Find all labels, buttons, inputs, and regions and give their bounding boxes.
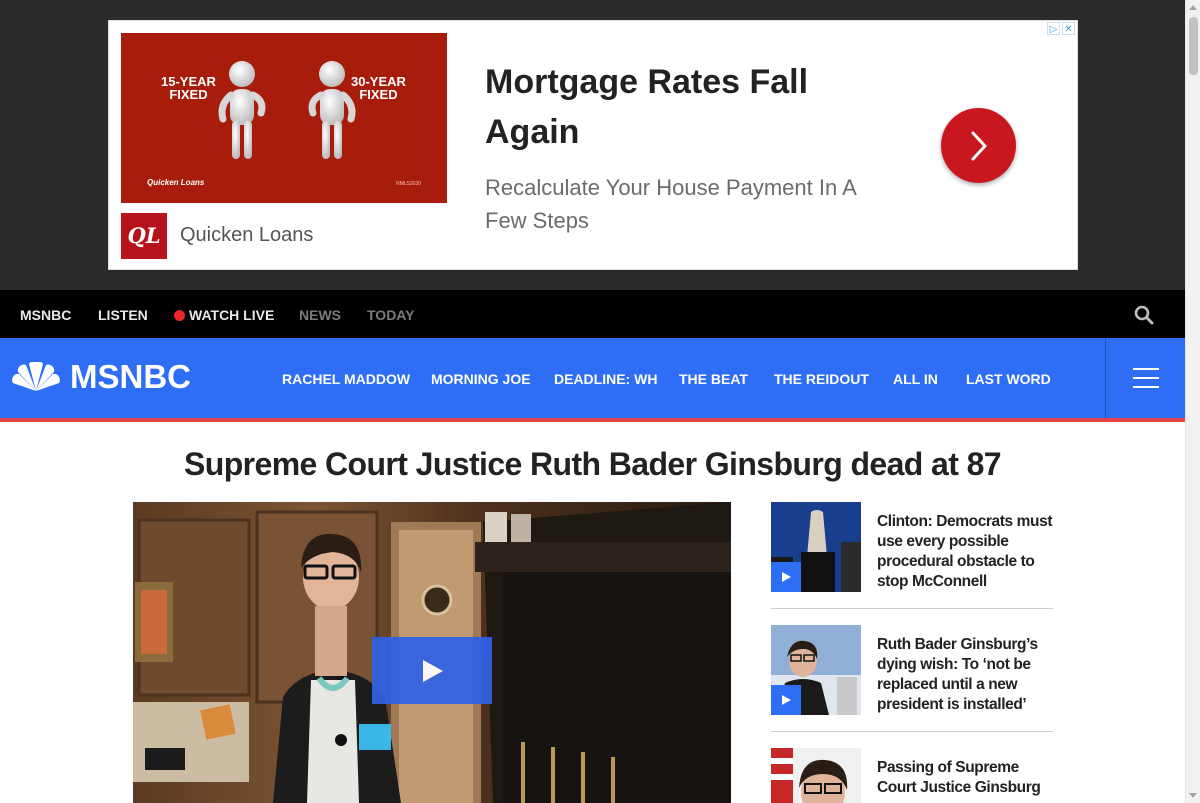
advertiser-logo[interactable]: QL	[121, 213, 167, 259]
side-story-title[interactable]: Ruth Bader Ginsburg’s dying wish: To ‘no…	[877, 635, 1057, 715]
hero-video[interactable]	[133, 502, 731, 803]
page-headline[interactable]: Supreme Court Justice Ruth Bader Ginsbur…	[0, 446, 1185, 483]
nav-rachel-maddow[interactable]: RACHEL MADDOW	[282, 338, 410, 418]
side-story[interactable]: Passing of Supreme Court Justice Ginsbur…	[771, 748, 1053, 803]
ad-image-fine-print: NMLS3030	[395, 181, 421, 187]
advertiser-name[interactable]: Quicken Loans	[180, 224, 313, 247]
ad-banner[interactable]: ▷ ✕ 15-YEAR FIXED 30-YEAR FIXED Quicken …	[108, 20, 1078, 270]
search-icon[interactable]	[1133, 304, 1155, 326]
scroll-down-icon[interactable]	[1189, 793, 1197, 798]
close-icon[interactable]: ✕	[1062, 22, 1075, 35]
side-story-thumbnail[interactable]	[771, 502, 861, 592]
ad-image-left-label: 15-YEAR FIXED	[161, 75, 216, 101]
ad-image-right-label-line2: FIXED	[359, 87, 398, 102]
nav-deadline-wh[interactable]: DEADLINE: WH	[554, 338, 657, 418]
logo-wordmark: MSNBC	[70, 358, 191, 395]
video-badge[interactable]	[771, 685, 801, 715]
scroll-up-icon[interactable]	[1189, 5, 1197, 10]
nav-morning-joe[interactable]: MORNING JOE	[431, 338, 531, 418]
side-story-thumbnail[interactable]	[771, 748, 861, 803]
ad-image-right-label: 30-YEAR FIXED	[351, 75, 406, 101]
nav-all-in[interactable]: ALL IN	[893, 338, 938, 418]
side-story-title[interactable]: Passing of Supreme Court Justice Ginsbur…	[877, 758, 1057, 798]
topnav-listen[interactable]: LISTEN	[98, 290, 148, 338]
main-header: MSNBC RACHEL MADDOW MORNING JOE DEADLINE…	[0, 338, 1185, 418]
msnbc-logo[interactable]: MSNBC	[10, 357, 191, 397]
play-icon	[423, 659, 443, 682]
ad-image[interactable]: 15-YEAR FIXED 30-YEAR FIXED Quicken Loan…	[121, 33, 447, 203]
ad-headline[interactable]: Mortgage Rates Fall Again	[485, 57, 865, 157]
scrollbar-thumb[interactable]	[1189, 17, 1198, 75]
chevron-right-icon	[971, 131, 986, 160]
topnav-msnbc[interactable]: MSNBC	[20, 290, 71, 338]
ad-description[interactable]: Recalculate Your House Payment In A Few …	[485, 171, 875, 237]
figure-left-icon	[218, 61, 266, 159]
ad-cta-button[interactable]	[941, 108, 1016, 183]
page: ▷ ✕ 15-YEAR FIXED 30-YEAR FIXED Quicken …	[0, 0, 1200, 803]
ad-strip: ▷ ✕ 15-YEAR FIXED 30-YEAR FIXED Quicken …	[0, 0, 1185, 290]
page-scrollbar[interactable]	[1185, 0, 1200, 803]
topnav-watch-live[interactable]: WATCH LIVE	[174, 290, 274, 338]
peacock-icon	[12, 362, 60, 391]
topnav-today[interactable]: TODAY	[367, 290, 414, 338]
top-nav: MSNBC LISTEN WATCH LIVE NEWS TODAY	[0, 290, 1185, 338]
ad-badge: ▷ ✕	[1047, 22, 1075, 35]
adchoices-icon[interactable]: ▷	[1047, 22, 1060, 35]
ad-image-brand: Quicken Loans	[147, 178, 205, 187]
side-story[interactable]: Ruth Bader Ginsburg’s dying wish: To ‘no…	[771, 625, 1053, 732]
menu-divider	[1105, 338, 1106, 418]
play-icon	[782, 695, 791, 705]
nav-last-word[interactable]: LAST WORD	[966, 338, 1051, 418]
nav-the-reidout[interactable]: THE REIDOUT	[774, 338, 869, 418]
live-dot-icon	[174, 310, 185, 321]
side-story-title[interactable]: Clinton: Democrats must use every possib…	[877, 512, 1057, 592]
side-story-divider	[771, 608, 1053, 609]
hero-play-button[interactable]	[372, 637, 492, 704]
nav-the-beat[interactable]: THE BEAT	[679, 338, 748, 418]
ad-image-left-label-line2: FIXED	[169, 87, 208, 102]
play-icon	[782, 572, 791, 582]
main-content: Supreme Court Justice Ruth Bader Ginsbur…	[0, 422, 1185, 803]
video-badge[interactable]	[771, 562, 801, 592]
hamburger-icon[interactable]	[1133, 368, 1159, 388]
side-story-divider	[771, 731, 1053, 732]
side-story[interactable]: Clinton: Democrats must use every possib…	[771, 502, 1053, 609]
side-story-thumbnail[interactable]	[771, 625, 861, 715]
thumbnail-image	[771, 748, 861, 803]
topnav-news[interactable]: NEWS	[299, 290, 341, 338]
figure-right-icon	[308, 61, 356, 159]
topnav-watch-live-label: WATCH LIVE	[189, 307, 275, 323]
